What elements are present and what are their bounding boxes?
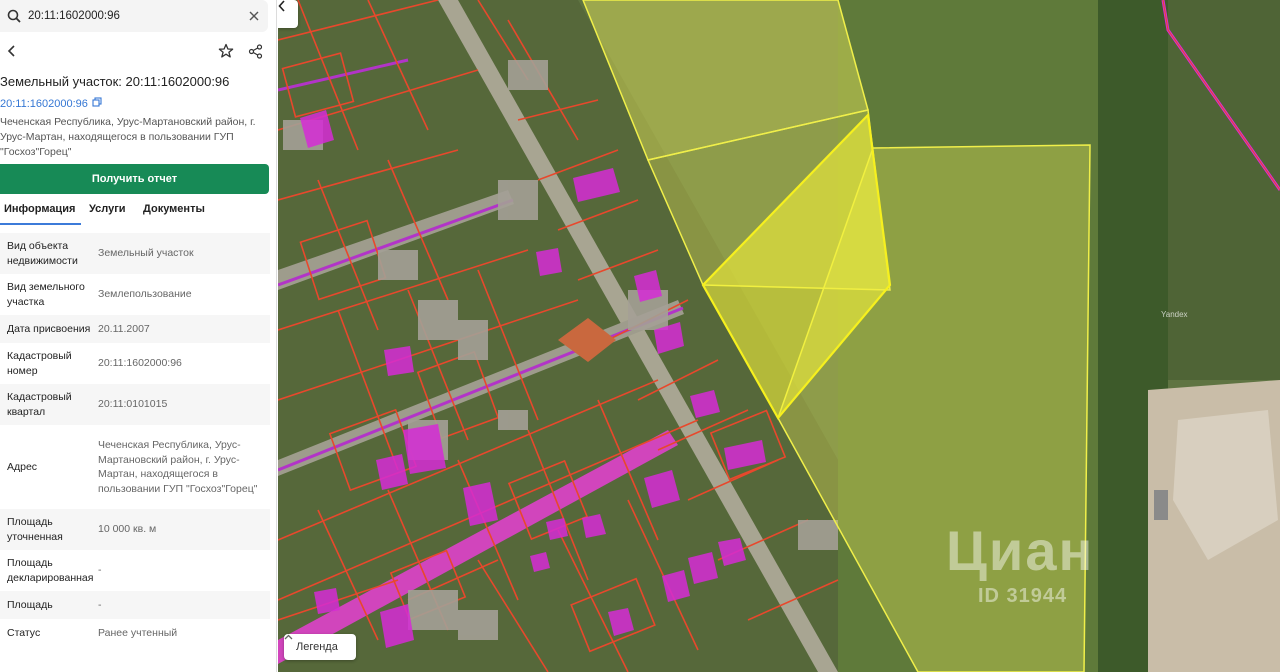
tab-services[interactable]: Услуги — [89, 203, 126, 225]
property-row: Статус Ранее учтенный — [0, 619, 270, 647]
property-value: 10 000 кв. м — [98, 523, 157, 536]
property-key: Дата присвоения — [7, 322, 91, 335]
properties-table: Вид объекта недвижимости Земельный участ… — [0, 233, 270, 647]
get-report-button[interactable]: Получить отчет — [0, 164, 269, 194]
property-row: Адрес Чеченская Республика, Урус-Мартано… — [0, 425, 270, 509]
page-title: Земельный участок: 20:11:1602000:96 — [0, 74, 230, 89]
property-row: Кадастровый квартал 20:11:0101015 — [0, 384, 270, 425]
property-row: Площадь - — [0, 591, 270, 619]
property-value: Ранее учтенный — [98, 626, 178, 639]
search-icon — [2, 0, 26, 32]
property-key: Площадь — [7, 598, 53, 611]
property-key: Площадь декларированная — [7, 557, 94, 584]
cadastral-number-link[interactable]: 20:11:1602000:96 — [0, 97, 102, 110]
property-value: 20:11:0101015 — [98, 398, 168, 411]
property-key: Площадь уточненная — [7, 516, 63, 543]
property-row: Кадастровый номер 20:11:1602000:96 — [0, 343, 270, 384]
tab-documents[interactable]: Документы — [143, 203, 205, 225]
back-icon[interactable] — [1, 40, 23, 62]
property-row: Площадь декларированная - — [0, 550, 270, 591]
close-icon[interactable] — [246, 8, 262, 24]
object-address: Чеченская Республика, Урус-Мартановский … — [0, 116, 256, 158]
object-panel: Земельный участок: 20:11:1602000:96 20:1… — [0, 0, 277, 672]
search-bar — [0, 0, 268, 32]
copy-icon[interactable] — [92, 97, 102, 110]
property-key: Вид земельного участка — [7, 281, 85, 308]
property-value: Землепользование — [98, 288, 192, 301]
property-key: Кадастровый номер — [7, 350, 72, 377]
property-key: Статус — [7, 626, 41, 639]
tab-information[interactable]: Информация — [0, 203, 82, 225]
cian-watermark: Циан — [946, 519, 1095, 582]
legend-button[interactable]: Легенда — [284, 634, 356, 660]
star-icon[interactable] — [215, 40, 237, 62]
share-icon[interactable] — [244, 40, 266, 62]
object-toolbar — [0, 40, 276, 64]
property-value: 20.11.2007 — [98, 322, 150, 335]
property-value: - — [98, 598, 102, 611]
property-key: Кадастровый квартал — [7, 391, 72, 418]
map-canvas[interactable] — [278, 0, 1280, 672]
collapse-panel-button[interactable] — [278, 0, 298, 28]
tab-bar: Информация Услуги Документы — [0, 203, 276, 225]
property-value: Земельный участок — [98, 247, 194, 260]
property-value: - — [98, 564, 102, 577]
property-row: Вид объекта недвижимости Земельный участ… — [0, 233, 270, 274]
property-key: Вид объекта недвижимости — [7, 240, 78, 267]
property-row: Вид земельного участка Землепользование — [0, 274, 270, 315]
property-row: Площадь уточненная 10 000 кв. м — [0, 509, 270, 550]
field-ne — [1168, 0, 1280, 380]
property-key: Адрес — [7, 460, 38, 473]
cadastral-map[interactable]: Yandex Циан ID 31944 Легенда — [278, 0, 1280, 672]
search-input[interactable] — [28, 10, 238, 22]
property-value: 20:11:1602000:96 — [98, 357, 182, 370]
cian-id-watermark: ID 31944 — [978, 585, 1068, 607]
yandex-watermark: Yandex — [1161, 310, 1188, 319]
property-row: Дата присвоения 20.11.2007 — [0, 315, 270, 343]
legend-label: Легенда — [296, 641, 338, 653]
cadastral-number-text[interactable]: 20:11:1602000:96 — [0, 98, 88, 110]
property-value: Чеченская Республика, Урус-Мартановский … — [98, 439, 258, 495]
